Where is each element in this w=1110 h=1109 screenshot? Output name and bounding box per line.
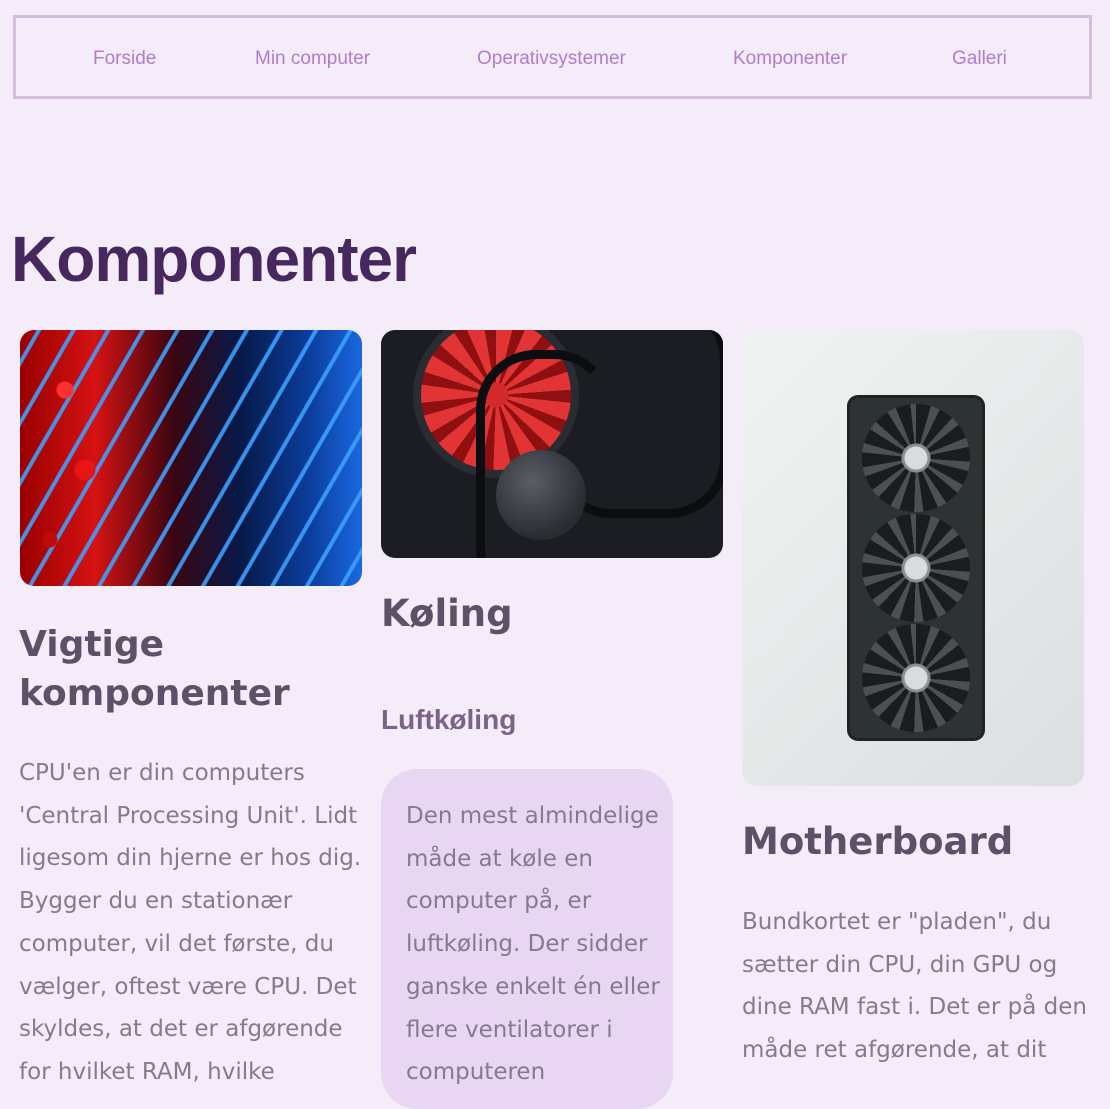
gpu-fan-graphic — [862, 404, 970, 512]
main-navigation: Forside Min computer Operativsystemer Ko… — [13, 15, 1092, 99]
pump-graphic — [496, 450, 586, 540]
motherboard-card-heading: Motherboard — [742, 820, 1014, 863]
gpu-fan-graphic — [862, 624, 970, 732]
nav-link-galleri[interactable]: Galleri — [952, 48, 1007, 70]
cooling-card-heading: Køling — [381, 592, 513, 635]
gpu-board-graphic — [850, 398, 982, 738]
nav-link-komponenter[interactable]: Komponenter — [733, 48, 847, 70]
cooling-callout-box: Den mest almindelige måde at køle en com… — [381, 769, 673, 1109]
cpu-cooler-image — [381, 330, 723, 558]
gpu-fan-graphic — [862, 514, 970, 622]
cooling-card-text: Den mest almindelige måde at køle en com… — [406, 803, 660, 1086]
nav-link-forside[interactable]: Forside — [93, 48, 156, 70]
cpu-card-text: CPU'en er din computers 'Central Process… — [19, 760, 362, 1085]
cpu-circuit-image — [20, 330, 362, 586]
cooling-subheading: Luftkøling — [381, 704, 517, 735]
page-title: Komponenter — [11, 223, 417, 295]
cpu-card-heading: Vigtige komponenter — [19, 624, 290, 714]
nav-link-min-computer[interactable]: Min computer — [255, 48, 370, 70]
graphics-card-image — [742, 330, 1084, 786]
nav-link-operativsystemer[interactable]: Operativsystemer — [477, 48, 626, 70]
motherboard-card-text: Bundkortet er "pladen", du sætter din CP… — [742, 909, 1087, 1064]
